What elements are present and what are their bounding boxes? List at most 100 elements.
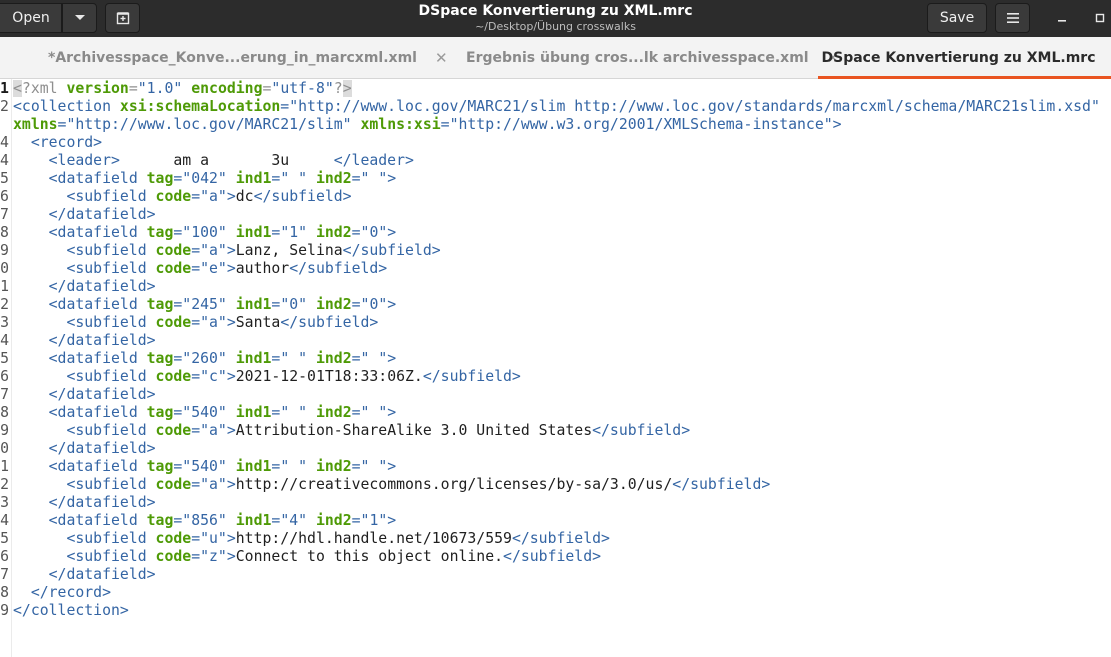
xml-string-token: "1.0" <box>137 80 183 97</box>
xml-tag-token: > <box>387 296 397 313</box>
xml-attribute-token: xsi:schemaLocation <box>119 98 281 115</box>
open-menu-button[interactable] <box>62 3 97 33</box>
xml-tag-token: </leader> <box>333 152 414 169</box>
line-code: <subfield code="a">dc</subfield> <box>13 188 352 206</box>
xml-tag-token: </datafield> <box>48 494 156 511</box>
close-icon[interactable]: ✕ <box>435 49 448 67</box>
xml-string-token: " " <box>280 170 308 187</box>
xml-tag-token: = <box>191 188 201 205</box>
xml-attribute-token: xmlns:xsi <box>360 116 441 133</box>
xml-attribute-token: code <box>155 314 192 331</box>
line-code: </datafield> <box>13 386 156 404</box>
line-code: <record> <box>13 134 102 152</box>
line-code: <datafield tag="260" ind1=" " ind2=" "> <box>13 350 397 368</box>
line-code: <subfield code="u">http://hdl.handle.net… <box>13 530 610 548</box>
xml-tag-token: </datafield> <box>48 332 156 349</box>
line-number: 5 <box>0 170 9 187</box>
xml-attribute-token: ind1 <box>235 512 272 529</box>
tab-archivesspace-konvertierung[interactable]: *Archivesspace_Konve...erung_in_marcxml.… <box>48 37 448 79</box>
xml-tag-token: = <box>271 296 281 313</box>
xml-tag-token: = <box>191 368 201 385</box>
xml-tag-token: <subfield <box>66 530 156 547</box>
xml-string-token: "100" <box>182 224 227 241</box>
tab-dspace-konvertierung[interactable]: DSpace Konvertierung zu XML.mrc <box>818 37 1111 79</box>
text-token: Lanz, Selina <box>235 242 343 259</box>
xml-tag-token: > <box>387 224 397 241</box>
xml-tag-token: <subfield <box>66 242 156 259</box>
xml-attribute-token: code <box>155 242 192 259</box>
xml-string-token: "a" <box>200 422 227 439</box>
xml-tag-token: </collection> <box>13 602 129 619</box>
line-number: 15 <box>0 350 9 367</box>
line-code: <subfield code="a">Santa</subfield> <box>13 314 378 332</box>
xml-tag-token: <datafield <box>48 404 147 421</box>
line-number: 18 <box>0 404 9 421</box>
line-number: 1 <box>0 80 9 97</box>
line-code: <datafield tag="540" ind1=" " ind2=" "> <box>13 458 397 476</box>
xml-attribute-token: encoding <box>191 80 263 97</box>
xml-attribute-token: code <box>155 530 192 547</box>
xml-tag-token: = <box>173 170 183 187</box>
xml-attribute-token: ind1 <box>235 296 272 313</box>
main-menu-button[interactable] <box>995 3 1030 33</box>
xml-tag-token: <datafield <box>48 170 147 187</box>
bracket-match-token: < <box>13 80 22 97</box>
header-bar: Open DSpace Konvertierung zu XML.mrc ~/D… <box>0 0 1111 37</box>
xml-tag-token: > <box>387 350 397 367</box>
line-number: 6 <box>0 188 9 205</box>
new-tab-icon <box>116 12 129 25</box>
xml-string-token: "http://www.loc.gov/MARC21/slim http://w… <box>289 98 1100 115</box>
xml-string-token: "a" <box>200 242 227 259</box>
new-tab-button[interactable] <box>105 3 140 33</box>
tab-label: Ergebnis übung cros...lk archivesspace.x… <box>466 50 809 66</box>
xml-tag-token: </subfield> <box>253 188 352 205</box>
xml-tag-token: > <box>226 530 236 547</box>
xml-attribute-token: code <box>155 422 192 439</box>
xml-tag-token: = <box>173 224 183 241</box>
xml-tag-token: </subfield> <box>592 422 691 439</box>
xml-tag-token: = <box>173 512 183 529</box>
xml-tag-token: = <box>351 458 361 475</box>
xml-string-token: " " <box>280 350 308 367</box>
xml-tag-token: > <box>226 368 236 385</box>
minimize-icon <box>1058 20 1066 22</box>
line-number: 24 <box>0 512 9 529</box>
xml-tag-token: </datafield> <box>48 440 156 457</box>
line-code: <subfield code="a">Lanz, Selina</subfiel… <box>13 242 441 260</box>
xml-tag-token: > <box>226 314 236 331</box>
xml-tag-token: <subfield <box>66 314 156 331</box>
xml-string-token: "http://www.w3.org/2001/XMLSchema-instan… <box>449 116 833 133</box>
line-number: 9 <box>0 242 9 259</box>
xml-tag-token: </subfield> <box>342 242 441 259</box>
line-code: xmlns = "http://www.loc.gov/MARC21/slim" x… <box>13 116 842 134</box>
xml-attribute-token: version <box>66 80 129 97</box>
maximize-button[interactable] <box>1088 7 1111 29</box>
text-editor[interactable]: 1 <?xml version="1.0" encoding="utf-8"?> 2… <box>0 79 1111 657</box>
xml-attribute-token: tag <box>146 350 174 367</box>
xml-tag-token: = <box>280 98 290 115</box>
xml-tag-token: = <box>271 224 281 241</box>
xml-tag-token: = <box>271 512 281 529</box>
xml-tag-token: <subfield <box>66 260 156 277</box>
open-button[interactable]: Open <box>0 3 62 33</box>
tab-ergebnis-uebung[interactable]: Ergebnis übung cros...lk archivesspace.x… <box>466 37 839 79</box>
xml-tag-token: </subfield> <box>511 530 610 547</box>
xml-tag-token: > <box>387 170 397 187</box>
minimize-button[interactable] <box>1050 7 1074 29</box>
line-code: <datafield tag="856" ind1="4" ind2="1"> <box>13 512 397 530</box>
xml-tag-token: = <box>351 224 361 241</box>
xml-string-token: "utf-8" <box>271 80 334 97</box>
line-code: </datafield> <box>13 206 156 224</box>
line-number: 2 <box>0 98 9 115</box>
line-number: 12 <box>0 296 9 313</box>
save-button[interactable]: Save <box>927 3 987 33</box>
xml-tag-token: = <box>173 350 183 367</box>
